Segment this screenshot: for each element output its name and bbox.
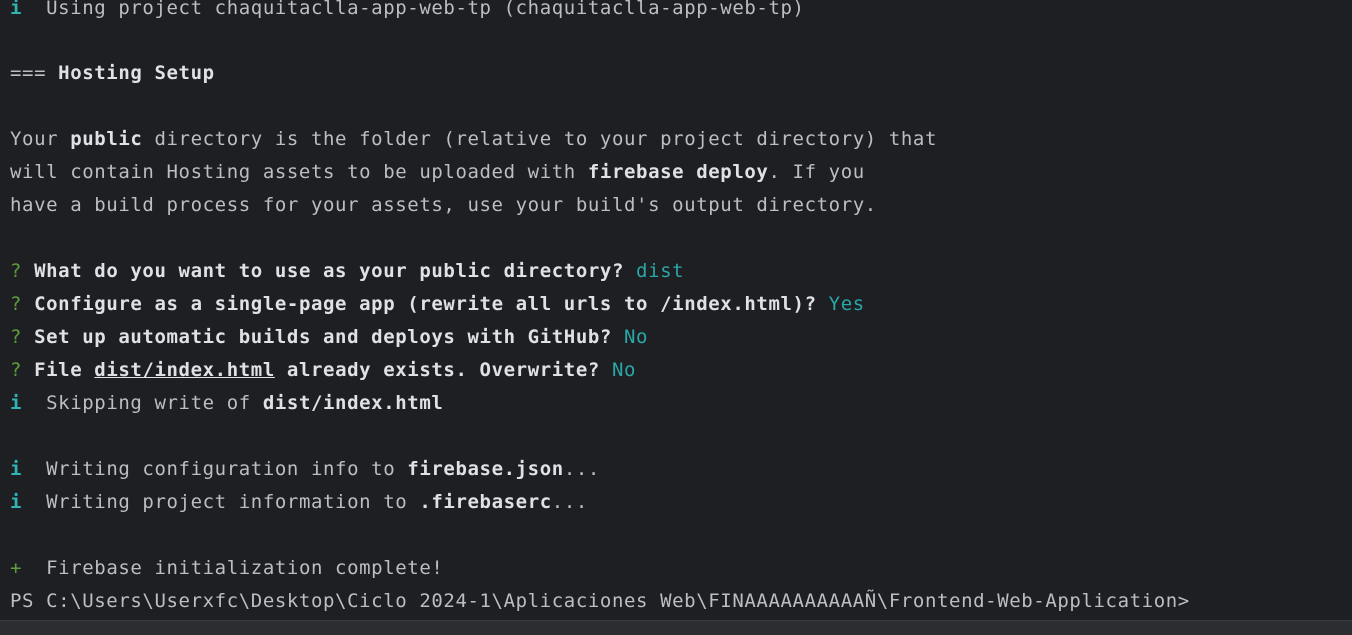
log-bold: .firebaserc [419, 491, 552, 513]
paragraph-line-3: have a build process for your assets, us… [10, 189, 877, 222]
question-mark-icon: ? [10, 359, 23, 381]
question-answer: dist [624, 260, 685, 282]
log-text: Writing configuration info to [22, 458, 408, 480]
using-project-text: Using project chaquitaclla-app-web-tp (c… [22, 0, 805, 19]
line-using-project: i Using project chaquitaclla-app-web-tp … [10, 0, 805, 25]
shell-prompt[interactable]: PS C:\Users\Userxfc\Desktop\Ciclo 2024-1… [10, 585, 1190, 618]
question-github-deploys: ? Set up automatic builds and deploys wi… [10, 321, 648, 354]
question-text: File [22, 359, 95, 381]
paragraph-line-1: Your public directory is the folder (rel… [10, 123, 937, 156]
log-bold: firebase.json [407, 458, 564, 480]
log-bold: dist/index.html [262, 392, 444, 414]
paragraph-text: Your [10, 128, 71, 150]
paragraph-text: . If you [768, 161, 865, 183]
info-icon: i [10, 0, 23, 19]
paragraph-text: have a build process for your assets, us… [10, 194, 877, 216]
line-skipping-write: i Skipping write of dist/index.html [10, 387, 443, 420]
info-icon: i [10, 458, 23, 480]
question-text: What do you want to use as your public d… [22, 260, 624, 282]
status-bar [0, 620, 1352, 635]
question-mark-icon: ? [10, 326, 23, 348]
log-text: Skipping write of [22, 392, 263, 414]
paragraph-text: will contain Hosting assets to be upload… [10, 161, 588, 183]
question-overwrite: ? File dist/index.html already exists. O… [10, 354, 636, 387]
paragraph-line-2: will contain Hosting assets to be upload… [10, 156, 865, 189]
question-answer: No [599, 359, 637, 381]
question-answer: Yes [816, 293, 865, 315]
section-marker: === [10, 62, 59, 84]
info-icon: i [10, 491, 23, 513]
paragraph-bold: public [70, 128, 143, 150]
section-title: Hosting Setup [58, 62, 215, 84]
line-writing-project: i Writing project information to .fireba… [10, 486, 588, 519]
question-public-directory: ? What do you want to use as your public… [10, 255, 684, 288]
info-icon: i [10, 392, 23, 414]
plus-icon: + [10, 557, 23, 579]
question-mark-icon: ? [10, 260, 23, 282]
log-text: ... [563, 458, 600, 480]
question-text: Set up automatic builds and deploys with… [22, 326, 612, 348]
paragraph-bold: firebase deploy [587, 161, 769, 183]
line-init-complete: + Firebase initialization complete! [10, 552, 443, 585]
log-text: Firebase initialization complete! [22, 557, 444, 579]
question-answer: No [611, 326, 649, 348]
file-link[interactable]: dist/index.html [94, 359, 275, 381]
log-text: ... [551, 491, 588, 513]
terminal-output[interactable]: i Using project chaquitaclla-app-web-tp … [0, 0, 1352, 620]
question-text: already exists. Overwrite? [274, 359, 600, 381]
log-text: Writing project information to [22, 491, 420, 513]
paragraph-text: directory is the folder (relative to you… [142, 128, 938, 150]
question-mark-icon: ? [10, 293, 23, 315]
question-single-page-app: ? Configure as a single-page app (rewrit… [10, 288, 865, 321]
line-writing-config: i Writing configuration info to firebase… [10, 453, 600, 486]
question-text: Configure as a single-page app (rewrite … [22, 293, 817, 315]
section-header: === Hosting Setup [10, 57, 215, 90]
